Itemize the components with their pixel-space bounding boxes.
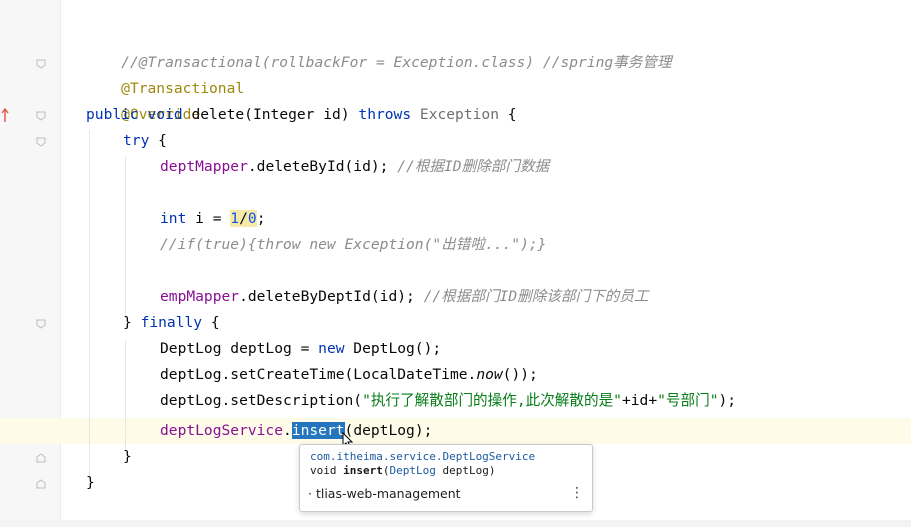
brace: }: [86, 474, 95, 491]
editor-gutter: [0, 0, 60, 527]
keyword: try: [123, 132, 150, 149]
popup-module-name: · tlias-web-management: [308, 486, 461, 501]
brace: }: [123, 314, 141, 331]
code-line: int i = 1/0;: [160, 206, 265, 232]
brace: {: [202, 314, 220, 331]
indent-guide: [125, 340, 126, 450]
keyword: throws: [358, 106, 412, 123]
indent-guide: [125, 156, 126, 318]
editor-bottom-edge: [0, 520, 911, 527]
brace: {: [499, 106, 517, 123]
gutter-divider: [60, 0, 61, 527]
code-line: deptMapper.deleteById(id); //根据ID删除部门数据: [160, 154, 549, 180]
comment: //根据部门ID删除该部门下的员工: [423, 288, 649, 305]
keyword: public: [86, 106, 139, 123]
code-line: //@Transactional(rollbackFor = Exception…: [86, 24, 671, 71]
code-line: } finally {: [123, 310, 220, 336]
selected-method-insert[interactable]: insert: [291, 422, 345, 439]
statement: DeptLog();: [344, 340, 442, 357]
statement: (deptLog);: [344, 422, 433, 439]
code-line: deptLogService.insert(deptLog);: [160, 418, 432, 444]
field-ref: empMapper: [160, 288, 240, 305]
fold-marker-icon[interactable]: [36, 59, 46, 69]
method-call: .deleteById(id);: [247, 158, 398, 175]
comment: //根据ID删除部门数据: [397, 158, 550, 175]
fold-marker-icon[interactable]: [36, 111, 46, 121]
code-line: empMapper.deleteByDeptId(id); //根据部门ID删除…: [160, 284, 648, 310]
code-line: deptLog.setCreateTime(LocalDateTime.now(…: [160, 362, 538, 388]
code-line: @Override: [86, 76, 200, 123]
code-line: //if(true){throw new Exception("出错啦...")…: [160, 232, 546, 258]
code-line: public void delete(Integer id) throws Ex…: [86, 102, 517, 128]
keyword: int: [160, 210, 187, 227]
statement: i =: [186, 210, 231, 227]
exception-type: Exception: [411, 106, 499, 123]
statement: ());: [502, 366, 538, 383]
field-ref: deptLogService: [160, 422, 284, 439]
code-line: @Transactional: [86, 50, 244, 97]
code-line: try {: [123, 128, 167, 154]
number-literal: 1: [230, 210, 240, 227]
fold-marker-icon[interactable]: [36, 319, 46, 329]
statement: );: [718, 392, 737, 409]
override-method-icon[interactable]: [0, 106, 12, 126]
signature-paren: (: [382, 464, 390, 477]
keyword: finally: [140, 314, 203, 331]
statement: DeptLog deptLog =: [160, 340, 319, 357]
semicolon: ;: [256, 210, 266, 227]
fold-marker-icon[interactable]: [36, 453, 46, 463]
popup-signature: void insert(DeptLog deptLog): [310, 464, 495, 477]
comment: //if(true){throw new Exception("出错啦...")…: [160, 236, 547, 253]
current-line-highlight: [0, 418, 911, 444]
method-signature: delete(Integer id): [182, 106, 359, 123]
signature-param: deptLog): [435, 464, 496, 477]
signature-method-name: insert: [343, 464, 383, 477]
brace: {: [149, 132, 167, 149]
fold-marker-icon[interactable]: [36, 479, 46, 489]
string-literal: "执行了解散部门的操作,此次解散的是": [362, 392, 622, 409]
code-line: DeptLog deptLog = new DeptLog();: [160, 336, 441, 362]
code-line: deptLog.setDescription("执行了解散部门的操作,此次解散的…: [160, 388, 736, 414]
code-line: }: [123, 444, 132, 470]
field-ref: deptMapper: [160, 158, 248, 175]
dot: .: [283, 422, 292, 439]
fold-marker-icon[interactable]: [36, 137, 46, 147]
statement: +id+: [621, 392, 658, 409]
keyword: void: [147, 106, 183, 123]
signature-return-type: void: [310, 464, 344, 477]
popup-package-link[interactable]: com.itheima.service.DeptLogService: [310, 450, 535, 463]
method-call: .deleteByDeptId(id);: [239, 288, 424, 305]
quick-doc-popup[interactable]: com.itheima.service.DeptLogService void …: [299, 444, 593, 512]
more-options-icon[interactable]: ⋮: [570, 485, 584, 501]
static-method: now: [476, 366, 503, 383]
string-literal: "号部门": [657, 392, 719, 409]
brace: }: [123, 448, 132, 465]
statement: deptLog.setDescription(: [160, 392, 363, 409]
statement: deptLog.setCreateTime(LocalDateTime.: [160, 366, 477, 383]
signature-param-type-link[interactable]: DeptLog: [390, 464, 436, 477]
operator: /: [239, 210, 248, 227]
code-line: }: [86, 470, 95, 496]
indent-guide: [89, 130, 90, 476]
number-literal: 0: [247, 210, 257, 227]
keyword: new: [318, 340, 345, 357]
